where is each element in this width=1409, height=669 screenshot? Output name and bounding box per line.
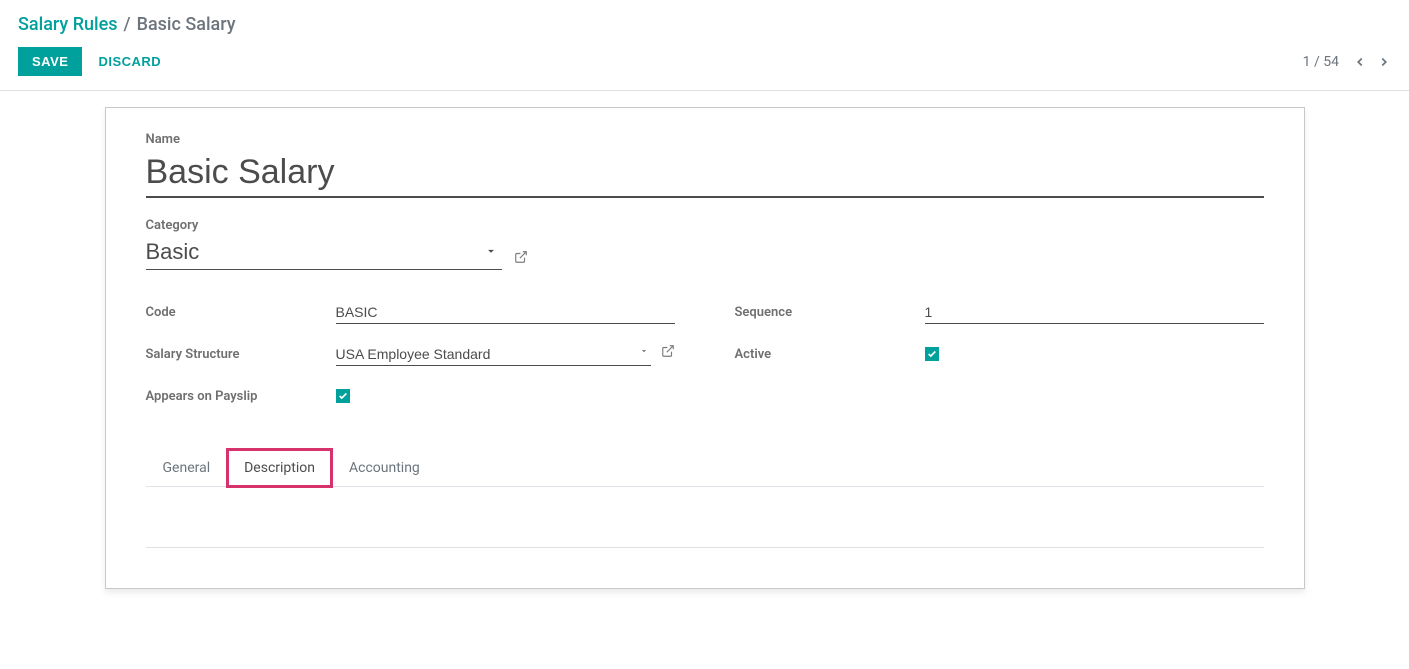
breadcrumb: Salary Rules / Basic Salary [18, 14, 1391, 35]
code-label: Code [146, 305, 336, 320]
external-link-icon[interactable] [514, 250, 528, 264]
category-select[interactable] [146, 237, 502, 270]
pager-text: 1 / 54 [1303, 54, 1339, 70]
salary-structure-label: Salary Structure [146, 347, 336, 362]
active-label: Active [735, 347, 925, 362]
tab-accounting[interactable]: Accounting [332, 449, 437, 487]
name-label: Name [146, 132, 1264, 147]
salary-structure-select[interactable] [336, 343, 651, 366]
discard-button[interactable]: Discard [98, 54, 161, 69]
appears-on-payslip-checkbox[interactable] [336, 389, 350, 403]
tab-content [146, 487, 1264, 548]
breadcrumb-current: Basic Salary [137, 14, 236, 35]
code-input[interactable] [336, 301, 675, 324]
breadcrumb-separator: / [124, 14, 131, 35]
form-sheet: Name Category Code [105, 107, 1305, 589]
external-link-icon[interactable] [661, 344, 675, 358]
tab-general[interactable]: General [146, 449, 228, 487]
tabs: General Description Accounting [146, 448, 1264, 487]
sequence-label: Sequence [735, 305, 925, 320]
save-button[interactable]: Save [18, 47, 82, 76]
pager-next-icon[interactable] [1377, 55, 1391, 69]
name-input[interactable] [146, 151, 1264, 198]
sequence-input[interactable] [925, 301, 1264, 324]
pager-prev-icon[interactable] [1353, 55, 1367, 69]
tab-description[interactable]: Description [227, 449, 332, 487]
appears-on-payslip-label: Appears on Payslip [146, 389, 336, 404]
category-label: Category [146, 218, 1264, 233]
breadcrumb-root[interactable]: Salary Rules [18, 14, 118, 35]
active-checkbox[interactable] [925, 347, 939, 361]
